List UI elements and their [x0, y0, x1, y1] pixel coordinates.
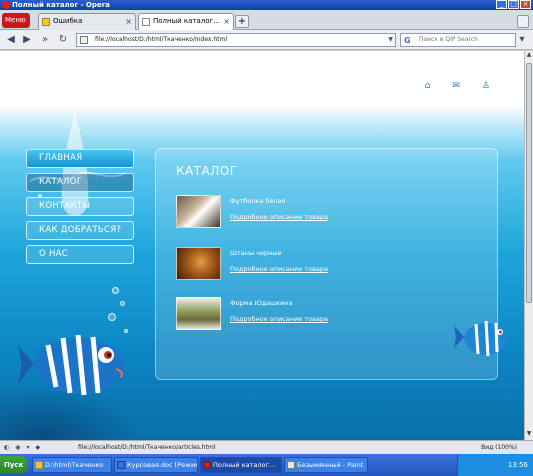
- header-icons: ⌂ ✉ ♙: [425, 81, 490, 91]
- catalog-item: Футболка белая Подробное описание товара: [176, 195, 476, 235]
- fish-illustration: [18, 334, 125, 396]
- taskbar-item-folder[interactable]: D:\html\Ткаченко: [32, 457, 112, 473]
- nav-item-contacts[interactable]: КОНТАКТЫ: [26, 197, 134, 216]
- status-icons[interactable]: ◐◉▾◆: [4, 441, 46, 454]
- product-image[interactable]: [176, 247, 221, 280]
- product-details-link[interactable]: Подробное описание товара: [230, 265, 328, 273]
- task-label: D:\html\Ткаченко: [45, 461, 104, 469]
- bubble-decoration: [108, 313, 116, 321]
- reload-icon[interactable]: ↻: [56, 33, 70, 47]
- nav-item-home[interactable]: ГЛАВНАЯ: [26, 149, 134, 168]
- status-bar: ◐◉▾◆ file://localhost/D:/html/Ткаченко/a…: [0, 440, 533, 454]
- address-text: file://localhost/D:/html/Ткаченко/Index.…: [95, 36, 228, 43]
- catalog-panel: КАТАЛОГ Футболка белая Подробное описани…: [155, 148, 498, 380]
- nav-item-catalog[interactable]: КАТАЛОГ: [26, 173, 134, 192]
- catalog-title: КАТАЛОГ: [176, 164, 238, 178]
- clock[interactable]: 13:56: [508, 461, 528, 469]
- minimize-button[interactable]: _: [496, 0, 507, 9]
- page-viewport: ⌂ ✉ ♙ ГЛАВНАЯ КАТАЛОГ КОНТАКТЫ КАК ДОБРА…: [0, 51, 524, 440]
- mail-icon[interactable]: ✉: [452, 81, 460, 91]
- fast-forward-icon[interactable]: »: [38, 33, 52, 47]
- taskbar-item-paint[interactable]: Безымянный - Paint: [284, 457, 368, 473]
- tab-error[interactable]: Ошибка ×: [38, 13, 136, 30]
- main-navigation: ГЛАВНАЯ КАТАЛОГ КОНТАКТЫ КАК ДОБРАТЬСЯ? …: [26, 149, 134, 269]
- window-titlebar: Полный каталог - Opera _ □ ×: [0, 0, 533, 10]
- paint-icon: [287, 461, 295, 469]
- taskbar: Пуск D:\html\Ткаченко Курсовая.doc [Режи…: [0, 454, 533, 476]
- product-name: Форма Юдашкина: [230, 299, 293, 307]
- chevron-down-icon[interactable]: ▼: [388, 34, 393, 46]
- word-icon: [117, 461, 125, 469]
- folder-icon: [35, 461, 43, 469]
- product-image[interactable]: [176, 195, 221, 228]
- zoom-level[interactable]: Вид (100%): [481, 441, 517, 454]
- tab-menu-button[interactable]: [517, 15, 529, 28]
- status-url: file://localhost/D:/html/Ткаченко/articl…: [78, 444, 216, 451]
- back-icon[interactable]: ◀: [4, 33, 18, 47]
- opera-icon: [2, 1, 10, 9]
- bubble-decoration: [120, 301, 125, 306]
- system-tray: 13:56: [457, 454, 533, 476]
- address-field[interactable]: file://localhost/D:/html/Ткаченко/Index.…: [76, 33, 396, 47]
- new-tab-button[interactable]: +: [235, 15, 249, 28]
- search-dropdown-icon[interactable]: ▾: [516, 33, 528, 47]
- page-icon: [142, 18, 150, 26]
- nav-item-directions[interactable]: КАК ДОБРАТЬСЯ?: [26, 221, 134, 240]
- close-tab-icon[interactable]: ×: [125, 14, 132, 29]
- taskbar-item-word[interactable]: Курсовая.doc [Режим о...: [114, 457, 198, 473]
- task-label: Полный каталог...: [213, 461, 276, 469]
- warning-icon: [42, 18, 50, 26]
- search-engine-icon: G: [404, 36, 411, 45]
- product-name: Штаны черные: [230, 249, 282, 257]
- task-label: Курсовая.doc [Режим о...: [127, 461, 198, 469]
- sitemap-icon[interactable]: ♙: [482, 81, 490, 91]
- home-icon[interactable]: ⌂: [425, 81, 431, 91]
- bubble-decoration: [112, 287, 119, 294]
- opera-icon: [203, 461, 211, 469]
- window-title: Полный каталог - Opera: [12, 1, 110, 9]
- scroll-down-icon[interactable]: ▼: [525, 430, 533, 440]
- catalog-item: Форма Юдашкина Подробное описание товара: [176, 297, 476, 337]
- tab-catalog[interactable]: Полный каталог... ×: [138, 13, 234, 31]
- search-placeholder: Поиск в QIP Search: [419, 36, 478, 43]
- catalog-item: Штаны черные Подробное описание товара: [176, 247, 476, 287]
- tab-label: Полный каталог...: [153, 17, 220, 25]
- tab-bar: Меню Ошибка × Полный каталог... × +: [0, 10, 533, 31]
- product-image[interactable]: [176, 297, 221, 330]
- vertical-scrollbar[interactable]: ▲ ▼: [524, 51, 533, 440]
- page-icon: [80, 36, 88, 44]
- scrollbar-thumb[interactable]: [526, 63, 532, 303]
- task-label: Безымянный - Paint: [297, 461, 364, 469]
- maximize-button[interactable]: □: [508, 0, 519, 9]
- taskbar-item-opera[interactable]: Полный каталог...: [200, 457, 282, 473]
- search-input[interactable]: G Поиск в QIP Search: [400, 33, 516, 47]
- navigation-bar: ◀ ▶ » ↻ file://localhost/D:/html/Ткаченк…: [0, 30, 533, 50]
- close-tab-icon[interactable]: ×: [223, 14, 230, 29]
- tab-label: Ошибка: [53, 17, 83, 25]
- nav-item-about[interactable]: О НАС: [26, 245, 134, 264]
- start-button[interactable]: Пуск: [0, 456, 28, 474]
- product-name: Футболка белая: [230, 197, 286, 205]
- product-details-link[interactable]: Подробное описание товара: [230, 213, 328, 221]
- forward-icon[interactable]: ▶: [20, 33, 34, 47]
- product-details-link[interactable]: Подробное описание товара: [230, 315, 328, 323]
- close-button[interactable]: ×: [520, 0, 531, 9]
- fish-illustration: [454, 320, 509, 357]
- scroll-up-icon[interactable]: ▲: [525, 51, 533, 61]
- opera-menu-button[interactable]: Меню: [2, 13, 30, 28]
